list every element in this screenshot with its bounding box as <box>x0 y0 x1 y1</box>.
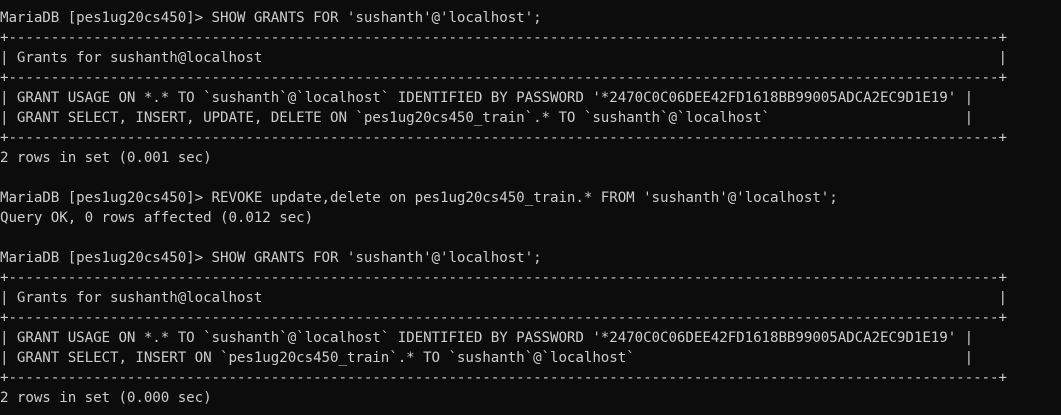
table-header: | Grants for sushanth@localhost | <box>0 290 1007 306</box>
table-row: | GRANT USAGE ON *.* TO `sushanth`@`loca… <box>0 90 974 106</box>
table-row: | GRANT SELECT, INSERT ON `pes1ug20cs450… <box>0 350 974 366</box>
table-border-bottom: +---------------------------------------… <box>0 370 1007 386</box>
table-border-bottom: +---------------------------------------… <box>0 130 1007 146</box>
table-border-top: +---------------------------------------… <box>0 30 1007 46</box>
result-summary: Query OK, 0 rows affected (0.012 sec) <box>0 210 314 226</box>
result-summary: 2 rows in set (0.000 sec) <box>0 390 212 406</box>
table-header: | Grants for sushanth@localhost | <box>0 50 1007 66</box>
table-border-top: +---------------------------------------… <box>0 270 1007 286</box>
command-line: MariaDB [pes1ug20cs450]> REVOKE update,d… <box>0 190 838 206</box>
terminal-window[interactable]: MariaDB [pes1ug20cs450]> SHOW GRANTS FOR… <box>0 0 1061 415</box>
table-row: | GRANT USAGE ON *.* TO `sushanth`@`loca… <box>0 330 974 346</box>
table-border-header: +---------------------------------------… <box>0 70 1007 86</box>
command-line: MariaDB [pes1ug20cs450]> SHOW GRANTS FOR… <box>0 10 542 26</box>
table-row: | GRANT SELECT, INSERT, UPDATE, DELETE O… <box>0 110 974 126</box>
result-summary: 2 rows in set (0.001 sec) <box>0 150 212 166</box>
table-border-header: +---------------------------------------… <box>0 310 1007 326</box>
command-line: MariaDB [pes1ug20cs450]> SHOW GRANTS FOR… <box>0 250 542 266</box>
